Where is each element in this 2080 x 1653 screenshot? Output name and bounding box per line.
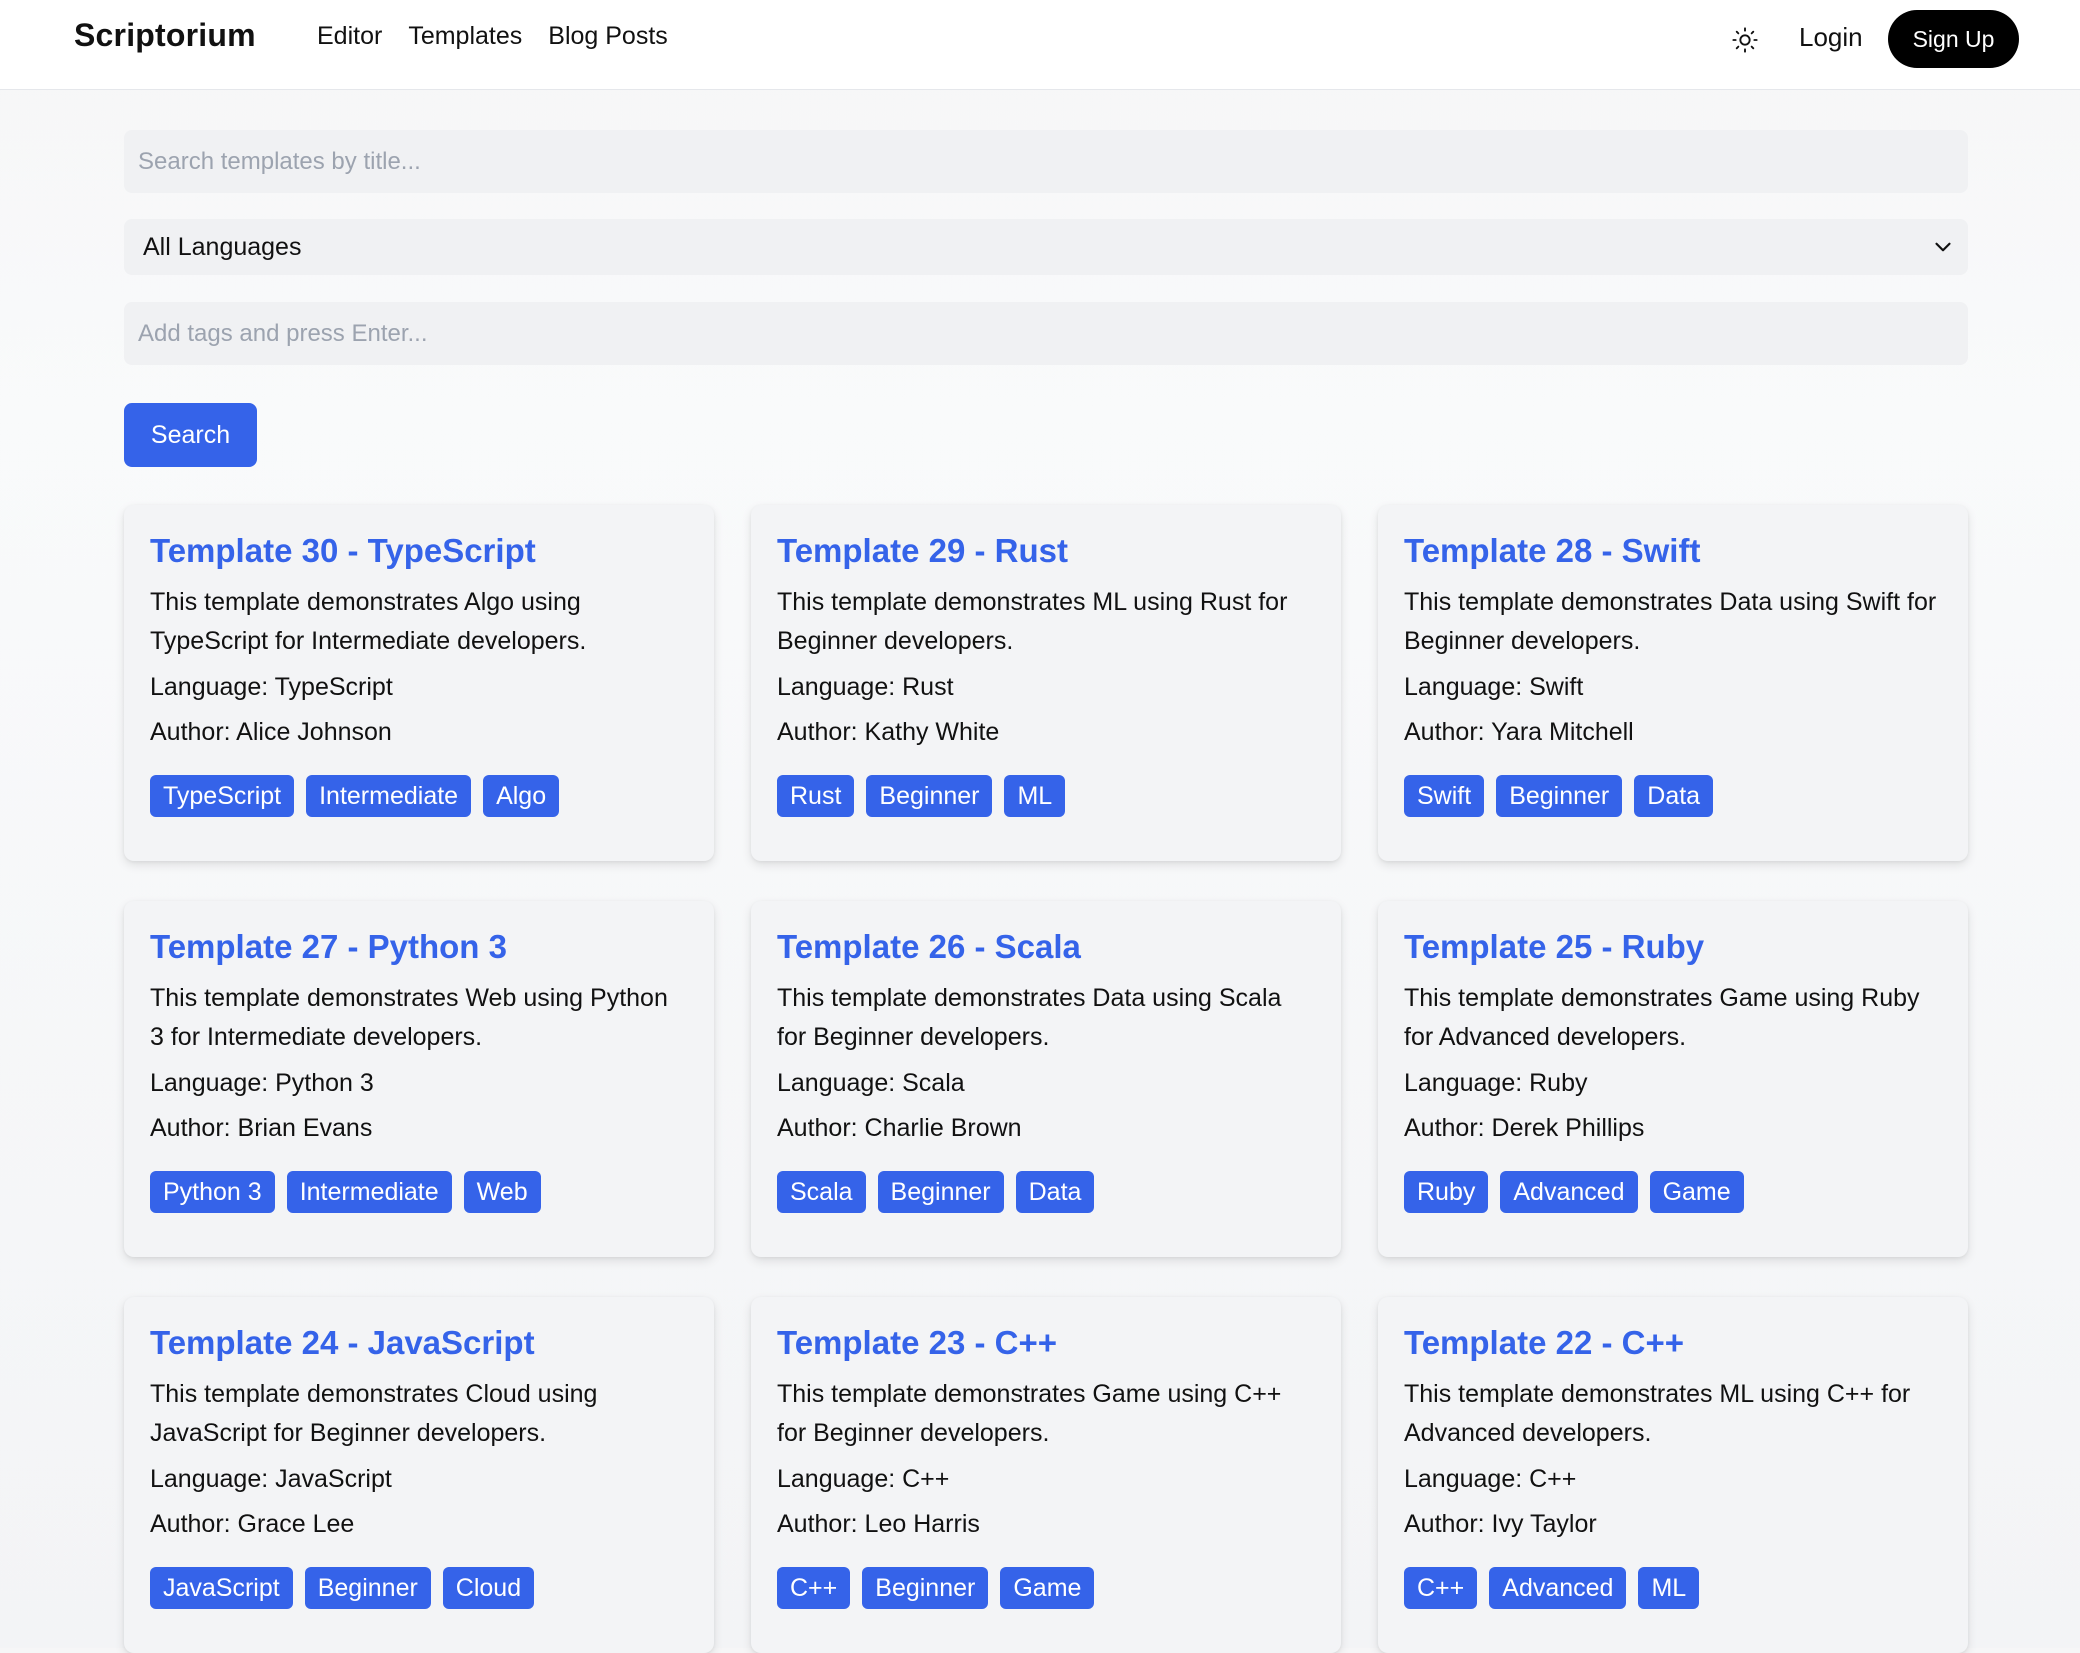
tag-chip[interactable]: Advanced: [1489, 1567, 1627, 1609]
template-description: This template demonstrates ML using C++ …: [1404, 1380, 1911, 1447]
template-author: Author: Derek Phillips: [1404, 1114, 1645, 1142]
template-tags: JavaScript Beginner Cloud: [150, 1567, 688, 1609]
template-card[interactable]: Template 23 - C++ This template demonstr…: [751, 1297, 1341, 1653]
language-select-value: All Languages: [143, 233, 302, 261]
nav-link-blog-posts[interactable]: Blog Posts: [548, 22, 668, 51]
template-description: This template demonstrates Game using C+…: [777, 1380, 1282, 1447]
tag-chip[interactable]: Data: [1634, 775, 1714, 817]
template-language: Language: Ruby: [1404, 1069, 1588, 1097]
template-language: Language: Rust: [777, 673, 954, 701]
tag-chip[interactable]: Beginner: [1496, 775, 1623, 817]
template-author: Author: Leo Harris: [777, 1510, 980, 1538]
tag-chip[interactable]: Cloud: [442, 1567, 535, 1609]
template-card[interactable]: Template 30 - TypeScript This template d…: [124, 505, 714, 861]
language-select[interactable]: All Languages: [124, 219, 1968, 275]
tag-chip[interactable]: Game: [1000, 1567, 1095, 1609]
tag-chip[interactable]: Advanced: [1500, 1171, 1638, 1213]
tag-chip[interactable]: Beginner: [877, 1171, 1004, 1213]
template-card[interactable]: Template 25 - Ruby This template demonst…: [1378, 901, 1968, 1257]
brand-logo[interactable]: Scriptorium: [74, 17, 256, 54]
template-tags: C++ Beginner Game: [777, 1567, 1315, 1609]
template-grid: Template 30 - TypeScript This template d…: [124, 505, 1968, 1653]
tag-chip[interactable]: Scala: [777, 1171, 866, 1213]
template-tags: Ruby Advanced Game: [1404, 1171, 1942, 1213]
top-navbar: Scriptorium Editor Templates Blog Posts …: [0, 0, 2080, 90]
template-title[interactable]: Template 23 - C++: [777, 1323, 1315, 1363]
template-title[interactable]: Template 29 - Rust: [777, 531, 1315, 571]
template-card[interactable]: Template 22 - C++ This template demonstr…: [1378, 1297, 1968, 1653]
tag-chip[interactable]: Web: [463, 1171, 541, 1213]
tag-chip[interactable]: Swift: [1404, 775, 1485, 817]
template-description: This template demonstrates ML using Rust…: [777, 588, 1288, 655]
template-author: Author: Kathy White: [777, 718, 1000, 746]
template-language: Language: C++: [1404, 1465, 1577, 1493]
template-card[interactable]: Template 28 - Swift This template demons…: [1378, 505, 1968, 861]
template-tags: Swift Beginner Data: [1404, 775, 1942, 817]
main-nav: Editor Templates Blog Posts: [317, 22, 668, 51]
template-language: Language: TypeScript: [150, 673, 393, 701]
template-title[interactable]: Template 24 - JavaScript: [150, 1323, 688, 1363]
tag-chip[interactable]: Intermediate: [306, 775, 472, 817]
tag-chip[interactable]: ML: [1004, 775, 1066, 817]
template-tags: C++ Advanced ML: [1404, 1567, 1942, 1609]
tag-chip[interactable]: Beginner: [866, 775, 993, 817]
template-language: Language: Python 3: [150, 1069, 374, 1097]
template-title[interactable]: Template 26 - Scala: [777, 927, 1315, 967]
template-description: This template demonstrates Cloud using J…: [150, 1380, 598, 1447]
tag-chip[interactable]: TypeScript: [150, 775, 295, 817]
template-language: Language: Swift: [1404, 673, 1584, 701]
theme-toggle-button[interactable]: [1728, 23, 1762, 57]
tag-chip[interactable]: JavaScript: [150, 1567, 293, 1609]
search-templates-input[interactable]: [124, 130, 1968, 193]
chevron-down-icon: [1935, 242, 1951, 252]
template-tags: Scala Beginner Data: [777, 1171, 1315, 1213]
template-tags: Python 3 Intermediate Web: [150, 1171, 688, 1213]
template-card[interactable]: Template 29 - Rust This template demonst…: [751, 505, 1341, 861]
template-author: Author: Alice Johnson: [150, 718, 392, 746]
template-description: This template demonstrates Game using Ru…: [1404, 984, 1920, 1051]
tags-input[interactable]: [124, 302, 1968, 365]
tag-chip[interactable]: ML: [1638, 1567, 1700, 1609]
template-language: Language: JavaScript: [150, 1465, 392, 1493]
tag-chip[interactable]: C++: [777, 1567, 851, 1609]
template-description: This template demonstrates Web using Pyt…: [150, 984, 668, 1051]
tag-chip[interactable]: Algo: [483, 775, 560, 817]
tag-chip[interactable]: Rust: [777, 775, 855, 817]
template-description: This template demonstrates Algo using Ty…: [150, 588, 587, 655]
tag-chip[interactable]: Beginner: [304, 1567, 431, 1609]
template-tags: Rust Beginner ML: [777, 775, 1315, 817]
template-author: Author: Yara Mitchell: [1404, 718, 1634, 746]
template-author: Author: Ivy Taylor: [1404, 1510, 1597, 1538]
template-author: Author: Charlie Brown: [777, 1114, 1022, 1142]
nav-link-templates[interactable]: Templates: [408, 22, 522, 51]
template-card[interactable]: Template 27 - Python 3 This template dem…: [124, 901, 714, 1257]
tag-chip[interactable]: Intermediate: [286, 1171, 452, 1213]
signup-button[interactable]: Sign Up: [1888, 10, 2019, 68]
tag-chip[interactable]: Python 3: [150, 1171, 275, 1213]
template-author: Author: Brian Evans: [150, 1114, 373, 1142]
template-title[interactable]: Template 25 - Ruby: [1404, 927, 1942, 967]
template-tags: TypeScript Intermediate Algo: [150, 775, 688, 817]
tag-chip[interactable]: Data: [1015, 1171, 1095, 1213]
template-card[interactable]: Template 26 - Scala This template demons…: [751, 901, 1341, 1257]
tag-chip[interactable]: Beginner: [862, 1567, 989, 1609]
sun-icon: [1732, 27, 1758, 53]
template-title[interactable]: Template 27 - Python 3: [150, 927, 688, 967]
template-title[interactable]: Template 28 - Swift: [1404, 531, 1942, 571]
template-author: Author: Grace Lee: [150, 1510, 355, 1538]
search-button[interactable]: Search: [124, 403, 257, 467]
login-link[interactable]: Login: [1799, 22, 1863, 53]
template-title[interactable]: Template 22 - C++: [1404, 1323, 1942, 1363]
template-description: This template demonstrates Data using Sw…: [1404, 588, 1937, 655]
template-language: Language: C++: [777, 1465, 950, 1493]
tag-chip[interactable]: Ruby: [1404, 1171, 1489, 1213]
template-title[interactable]: Template 30 - TypeScript: [150, 531, 688, 571]
tag-chip[interactable]: Game: [1649, 1171, 1744, 1213]
nav-link-editor[interactable]: Editor: [317, 22, 382, 51]
template-card[interactable]: Template 24 - JavaScript This template d…: [124, 1297, 714, 1653]
template-language: Language: Scala: [777, 1069, 965, 1097]
template-description: This template demonstrates Data using Sc…: [777, 984, 1282, 1051]
tag-chip[interactable]: C++: [1404, 1567, 1478, 1609]
